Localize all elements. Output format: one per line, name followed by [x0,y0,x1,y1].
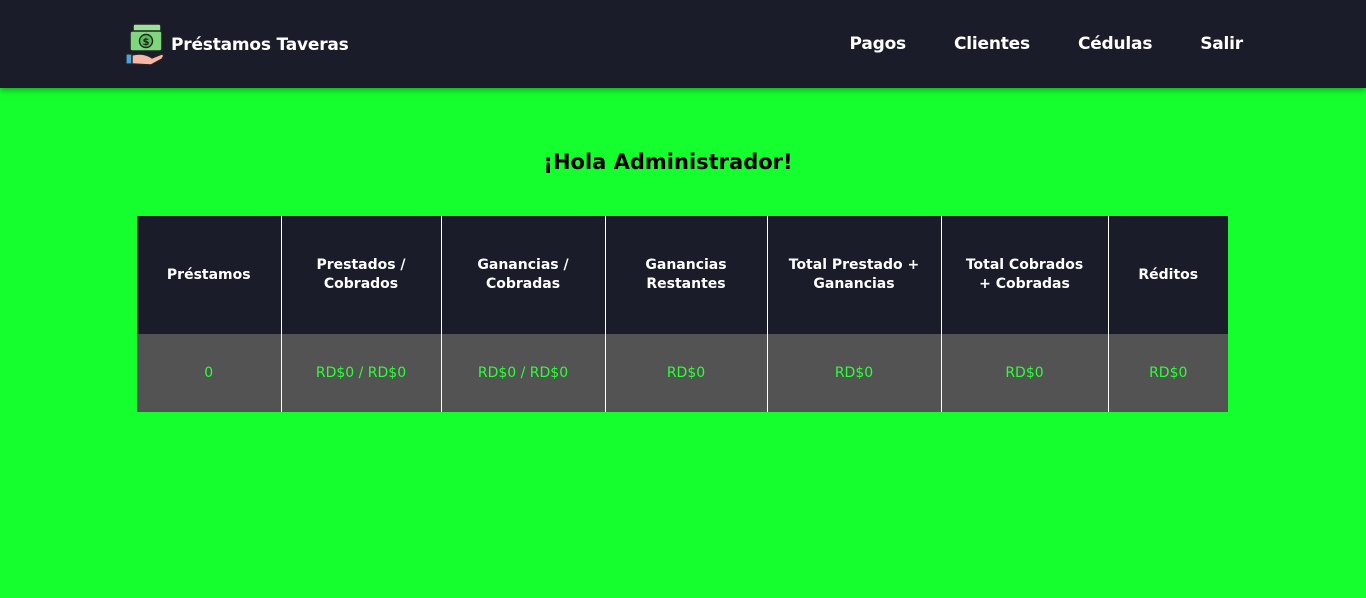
money-hand-icon: $ [126,23,165,66]
nav-item-pagos: Pagos [850,34,907,54]
header-reditos: Réditos [1107,216,1228,334]
svg-text:$: $ [143,37,150,48]
cell-total-prestado-ganancias: RD$0 [766,334,941,412]
nav-link-cedulas[interactable]: Cédulas [1078,34,1152,54]
navbar: $ Préstamos Taveras Pagos Clientes Cédul… [0,0,1366,88]
header-prestados-cobrados: Prestados / Cobrados [280,216,441,334]
nav-link-pagos[interactable]: Pagos [850,34,907,54]
nav-link-salir[interactable]: Salir [1200,34,1243,54]
brand-name: Préstamos Taveras [171,35,349,55]
cell-ganancias-restantes: RD$0 [604,334,767,412]
table-row: 0 RD$0 / RD$0 RD$0 / RD$0 RD$0 RD$0 RD$0… [137,334,1228,412]
header-total-cobrados-cobradas: Total Cobrados + Cobradas [940,216,1108,334]
table-header-row: Préstamos Prestados / Cobrados Ganancias… [137,216,1228,334]
nav-item-salir: Salir [1200,34,1243,54]
nav-link-clientes[interactable]: Clientes [954,34,1030,54]
header-ganancias-cobradas: Ganancias / Cobradas [440,216,605,334]
cell-ganancias-cobradas: RD$0 / RD$0 [440,334,605,412]
header-prestamos: Préstamos [137,216,281,334]
nav-menu: Pagos Clientes Cédulas Salir [802,0,1244,88]
header-ganancias-restantes: Ganancias Restantes [604,216,767,334]
nav-item-clientes: Clientes [954,34,1030,54]
cell-total-cobrados-cobradas: RD$0 [940,334,1108,412]
cell-prestamos: 0 [137,334,281,412]
summary-table: Préstamos Prestados / Cobrados Ganancias… [137,216,1228,412]
page-greeting: ¡Hola Administrador! [543,150,793,174]
cell-reditos: RD$0 [1107,334,1228,412]
cell-prestados-cobrados: RD$0 / RD$0 [280,334,441,412]
header-total-prestado-ganancias: Total Prestado + Ganancias [766,216,941,334]
nav-item-cedulas: Cédulas [1078,34,1152,54]
brand-link[interactable]: $ Préstamos Taveras [126,22,349,68]
